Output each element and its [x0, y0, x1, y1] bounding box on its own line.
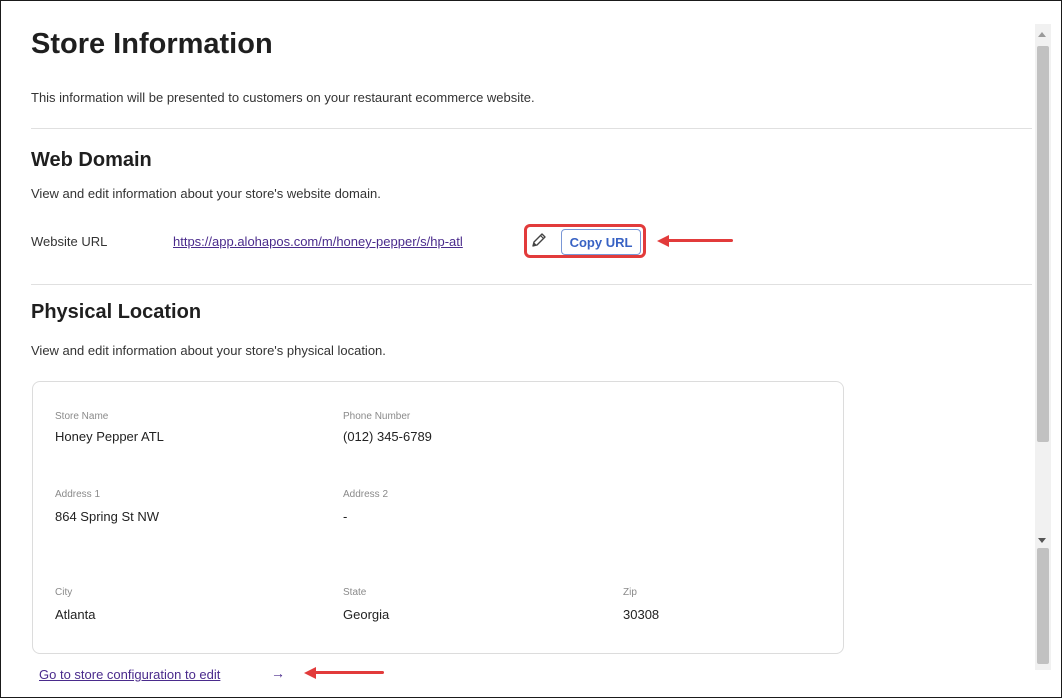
page-title: Store Information	[31, 28, 273, 60]
address2-value: -	[343, 509, 348, 524]
page-subtitle: This information will be presented to cu…	[31, 90, 535, 105]
copy-url-button[interactable]: Copy URL	[561, 229, 641, 255]
address1-label: Address 1	[55, 489, 101, 500]
arrow-right-icon[interactable]: →	[271, 665, 285, 681]
scroll-down-arrow-icon[interactable]	[1038, 538, 1046, 543]
city-value: Atlanta	[55, 607, 96, 622]
annotation-arrow-icon	[304, 667, 384, 679]
scroll-up-arrow-icon[interactable]	[1038, 32, 1046, 37]
phone-number-value: (012) 345-6789	[343, 429, 432, 444]
web-domain-description: View and edit information about your sto…	[31, 186, 381, 201]
website-url-link[interactable]: https://app.alohapos.com/m/honey-pepper/…	[173, 234, 463, 249]
scrollbar-thumb[interactable]	[1037, 46, 1049, 442]
store-information-page: Store Information This information will …	[0, 0, 1032, 696]
scrollbar-thumb-lower[interactable]	[1037, 548, 1049, 664]
state-label: State	[343, 587, 367, 598]
zip-label: Zip	[623, 587, 637, 598]
city-label: City	[55, 587, 73, 598]
zip-value: 30308	[623, 607, 660, 622]
physical-location-title: Physical Location	[31, 301, 202, 323]
annotation-arrow-icon	[657, 235, 733, 247]
section-divider	[31, 128, 1032, 129]
store-name-label: Store Name	[55, 411, 109, 422]
location-card: Store Name Honey Pepper ATL Phone Number…	[32, 381, 844, 654]
section-divider	[31, 284, 1032, 285]
pencil-icon[interactable]	[530, 231, 548, 249]
physical-location-description: View and edit information about your sto…	[31, 343, 386, 358]
phone-number-label: Phone Number	[343, 411, 411, 422]
store-name-value: Honey Pepper ATL	[55, 429, 164, 444]
state-value: Georgia	[343, 607, 390, 622]
web-domain-title: Web Domain	[31, 149, 152, 171]
store-configuration-link[interactable]: Go to store configuration to edit	[39, 667, 220, 682]
address2-label: Address 2	[343, 489, 389, 500]
address1-value: 864 Spring St NW	[55, 509, 160, 524]
website-url-label: Website URL	[31, 234, 108, 249]
